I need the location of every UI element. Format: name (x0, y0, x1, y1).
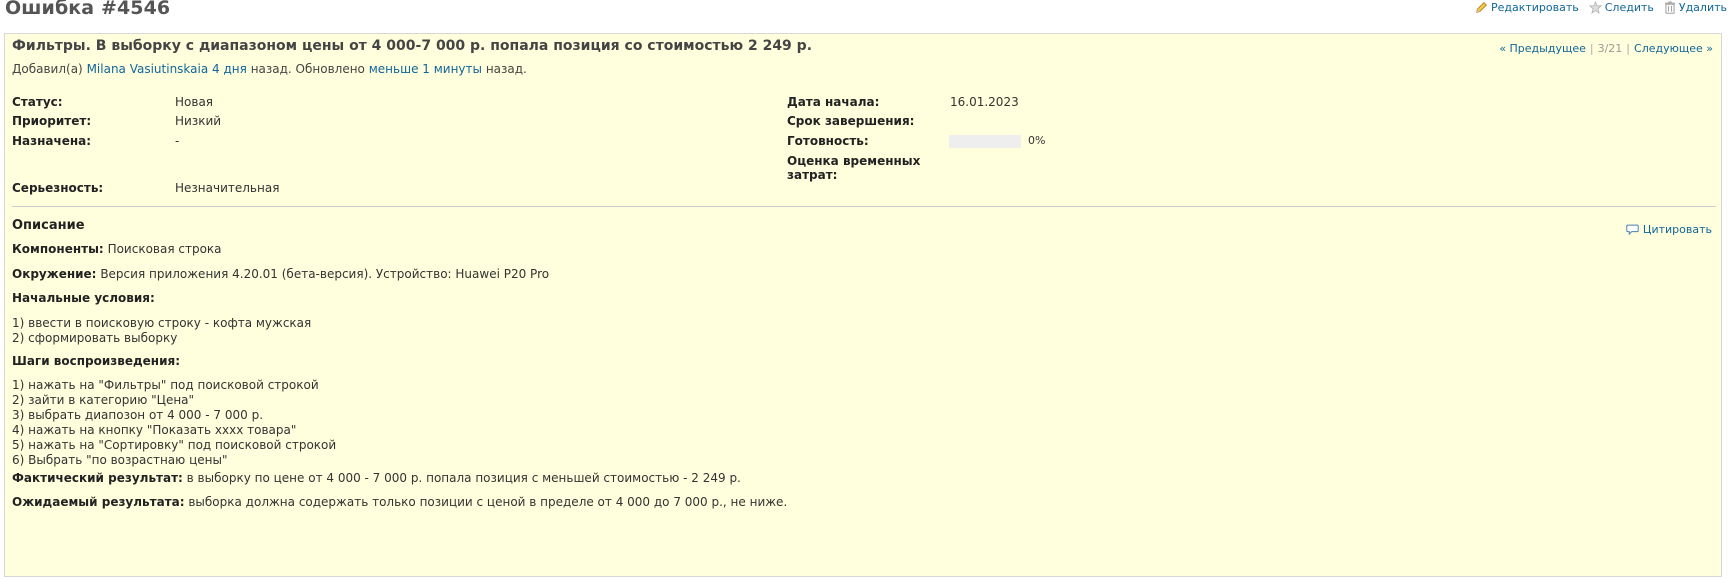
quote-button[interactable]: Цитировать (1626, 223, 1712, 236)
updated-text: назад. Обновлено (250, 62, 365, 76)
list-item: 1) ввести в поисковую строку - кофта муж… (12, 316, 312, 330)
environment-label: Окружение: (12, 267, 97, 281)
trash-icon (1665, 1, 1675, 14)
quote-label: Цитировать (1642, 223, 1712, 236)
steps-list: 1) нажать на "Фильтры" под поисковой стр… (12, 378, 336, 468)
issue-navigation: « Предыдущее | 3/21 | Следующее » (1499, 42, 1713, 55)
estimate-label: Оценка временных затрат: (787, 154, 921, 182)
author-link[interactable]: Milana Vasiutinskaia (87, 62, 209, 76)
priority-value: Низкий (175, 114, 222, 128)
edit-button[interactable]: Редактировать (1475, 1, 1579, 14)
preconditions-list: 1) ввести в поисковую строку - кофта муж… (12, 316, 311, 346)
steps-label: Шаги воспроизведения: (12, 354, 180, 368)
progress-text: 0% (1028, 134, 1046, 147)
list-item: 4) нажать на кнопку "Показать хххх товар… (12, 423, 297, 437)
done-label: Готовность: (787, 134, 869, 148)
star-icon (1588, 1, 1602, 14)
components-label: Компоненты: (12, 242, 104, 256)
updated-ago-link[interactable]: меньше 1 минуты (369, 62, 482, 76)
list-item: 2) зайти в категорию "Цена" (12, 393, 195, 407)
severity-value: Незначительная (175, 181, 280, 195)
list-item: 2) сформировать выборку (12, 331, 178, 345)
added-ago-link[interactable]: 4 дня (212, 62, 247, 76)
author-prefix: Добавил(а) (12, 62, 83, 76)
severity-label: Серьезность: (12, 181, 104, 195)
expected-result-line: Ожидаемый результата: выборка должна сод… (12, 495, 787, 510)
watch-button[interactable]: Следить (1588, 1, 1654, 14)
issue-header: Ошибка #4546 Редактировать Следить Удали… (0, 0, 1729, 26)
start-date-value: 16.01.2023 (950, 95, 1019, 109)
list-item: 6) Выбрать "по возрастнаю цены" (12, 453, 228, 467)
issue-page: Ошибка #4546 Редактировать Следить Удали… (0, 0, 1729, 579)
environment-line: Окружение: Версия приложения 4.20.01 (бе… (12, 267, 549, 282)
delete-button[interactable]: Удалить (1664, 1, 1727, 14)
preconditions-heading: Начальные условия: (12, 291, 155, 306)
start-date-label: Дата начала: (787, 95, 880, 109)
status-value: Новая (175, 95, 214, 109)
actual-result-label: Фактический результат: (12, 471, 183, 485)
issue-author-line: Добавил(а) Milana Vasiutinskaia 4 дня на… (12, 62, 527, 76)
expected-result-value: выборка должна содержать только позиции … (188, 495, 788, 509)
previous-link[interactable]: « Предыдущее (1499, 42, 1586, 55)
preconditions-label: Начальные условия: (12, 291, 155, 305)
actual-result-value: в выборку по цене от 4 000 - 7 000 р. по… (186, 471, 741, 485)
comment-icon (1626, 224, 1639, 235)
issue-title: Ошибка #4546 (5, 0, 171, 19)
issue-actions: Редактировать Следить Удалить (1475, 1, 1727, 14)
components-value: Поисковая строка (107, 242, 222, 256)
due-date-label: Срок завершения: (787, 114, 915, 128)
assigned-label: Назначена: (12, 134, 92, 148)
components-line: Компоненты: Поисковая строка (12, 242, 222, 257)
priority-label: Приоритет: (12, 114, 92, 128)
expected-result-label: Ожидаемый результата: (12, 495, 185, 509)
delete-label: Удалить (1678, 1, 1727, 14)
description-heading: Описание (12, 218, 85, 233)
next-link[interactable]: Следующее » (1634, 42, 1713, 55)
divider (12, 206, 1716, 207)
list-item: 5) нажать на "Сортировку" под поисковой … (12, 438, 337, 452)
list-item: 3) выбрать диапозон от 4 000 - 7 000 р. (12, 408, 264, 422)
pencil-icon (1476, 2, 1487, 13)
updated-suffix: назад. (485, 62, 527, 76)
issue-subject: Фильтры. В выборку с диапазоном цены от … (12, 38, 813, 54)
list-item: 1) нажать на "Фильтры" под поисковой стр… (12, 378, 319, 392)
actual-result-line: Фактический результат: в выборку по цене… (12, 471, 741, 486)
issue-details: Фильтры. В выборку с диапазоном цены от … (4, 33, 1722, 577)
environment-value: Версия приложения 4.20.01 (бета-версия).… (100, 267, 550, 281)
nav-separator: | (1626, 42, 1631, 55)
steps-heading: Шаги воспроизведения: (12, 354, 180, 369)
watch-label: Следить (1604, 1, 1654, 14)
assigned-value: - (175, 134, 180, 148)
nav-separator: | (1589, 42, 1594, 55)
status-label: Статус: (12, 95, 63, 109)
issue-position: 3/21 (1597, 42, 1623, 55)
edit-label: Редактировать (1490, 1, 1579, 14)
progress-bar (949, 135, 1021, 148)
